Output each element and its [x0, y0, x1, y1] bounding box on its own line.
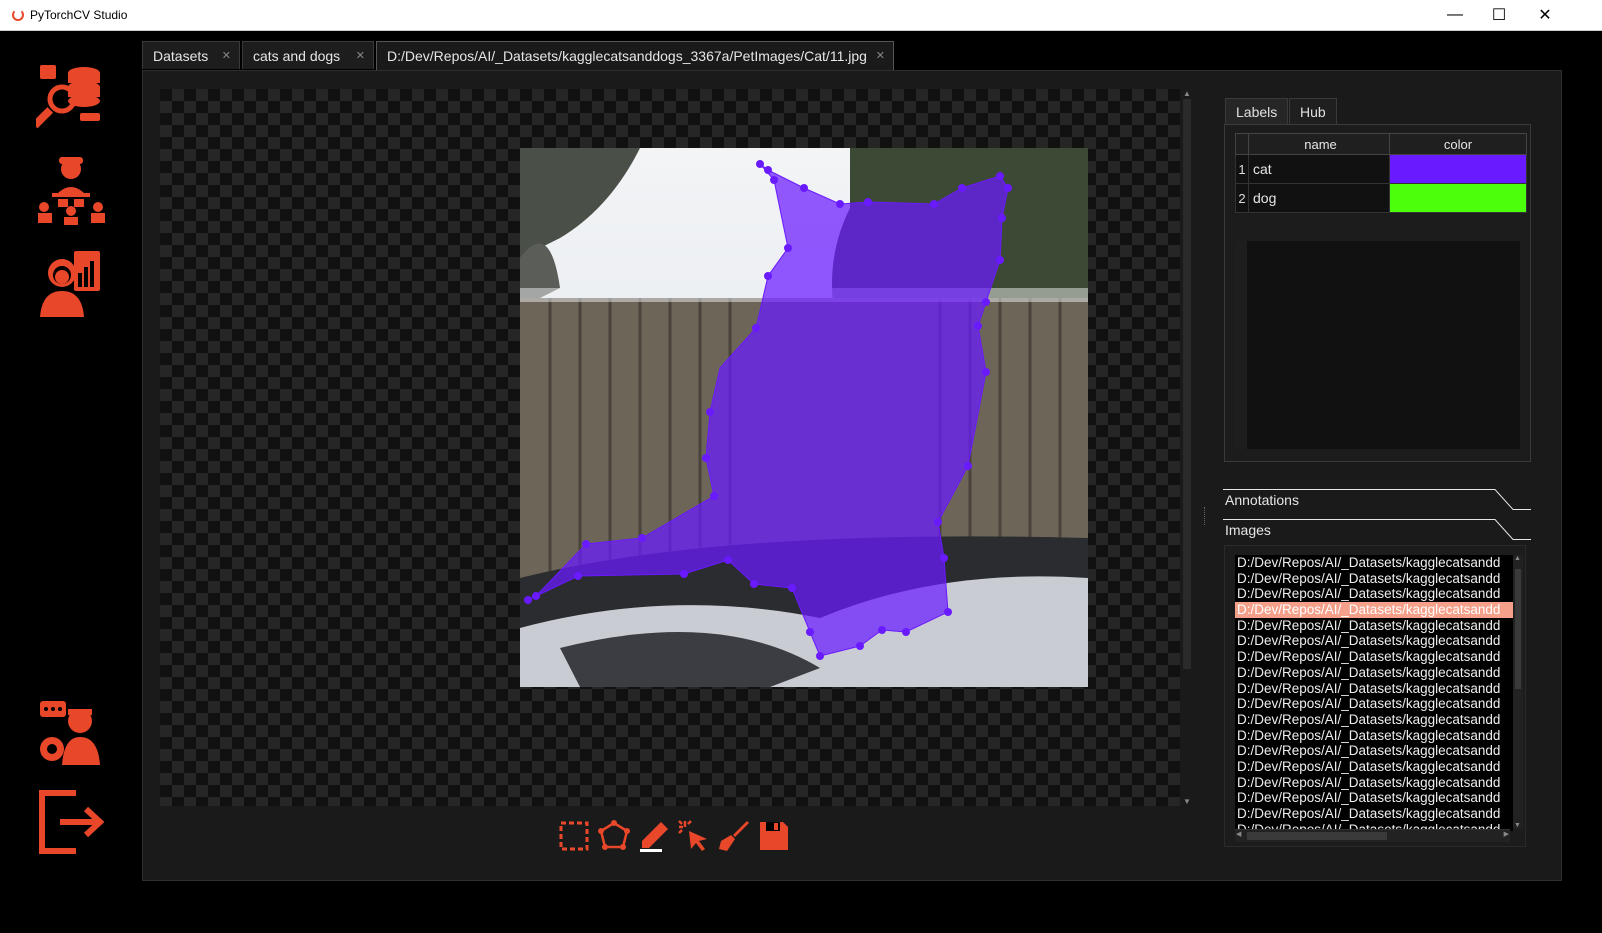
list-item[interactable]: D:/Dev/Repos/AI/_Datasets/kagglecatsandd	[1235, 586, 1513, 602]
tab-hub[interactable]: Hub	[1289, 98, 1337, 125]
label-name-cell[interactable]: dog	[1248, 183, 1390, 213]
section-tab-edge	[1491, 519, 1531, 540]
row-number: 2	[1235, 183, 1249, 213]
close-tab-icon[interactable]: ✕	[356, 42, 365, 70]
corner-header	[1235, 133, 1249, 155]
label-color-swatch[interactable]	[1389, 183, 1527, 213]
tab-label: D:/Dev/Repos/AI/_Datasets/kagglecatsandd…	[387, 48, 867, 64]
labels-table-empty-area	[1235, 241, 1520, 449]
tab-image-file[interactable]: D:/Dev/Repos/AI/_Datasets/kagglecatsandd…	[376, 41, 894, 71]
list-item[interactable]: D:/Dev/Repos/AI/_Datasets/kagglecatsandd	[1235, 759, 1513, 775]
magic-select-icon[interactable]	[677, 819, 711, 853]
list-item[interactable]: D:/Dev/Repos/AI/_Datasets/kagglecatsandd	[1235, 806, 1513, 822]
tab-bar: Datasets ✕ cats and dogs ✕ D:/Dev/Repos/…	[142, 41, 1562, 71]
images-title: Images	[1225, 522, 1271, 538]
list-item[interactable]: D:/Dev/Repos/AI/_Datasets/kagglecatsandd	[1235, 696, 1513, 712]
labels-table: name color 1 cat 2 dog	[1235, 133, 1527, 213]
list-item[interactable]: D:/Dev/Repos/AI/_Datasets/kagglecatsandd	[1235, 571, 1513, 587]
exit-icon[interactable]	[36, 787, 106, 857]
analyst-report-icon[interactable]	[36, 247, 106, 317]
pencil-icon[interactable]	[637, 819, 671, 853]
column-header-name[interactable]: name	[1248, 133, 1390, 155]
section-tab-edge	[1491, 489, 1531, 510]
label-name-cell[interactable]: cat	[1248, 154, 1390, 184]
list-item[interactable]: D:/Dev/Repos/AI/_Datasets/kagglecatsandd	[1235, 602, 1513, 618]
image-canvas[interactable]	[160, 89, 1180, 806]
list-item[interactable]: D:/Dev/Repos/AI/_Datasets/kagglecatsandd	[1235, 728, 1513, 744]
images-list[interactable]: D:/Dev/Repos/AI/_Datasets/kagglecatsandd…	[1235, 555, 1513, 831]
tab-labels[interactable]: Labels	[1225, 98, 1289, 125]
list-item[interactable]: D:/Dev/Repos/AI/_Datasets/kagglecatsandd	[1235, 665, 1513, 681]
list-item[interactable]: D:/Dev/Repos/AI/_Datasets/kagglecatsandd	[1235, 681, 1513, 697]
canvas-scrollbar[interactable]: ▲ ▼	[1181, 89, 1193, 806]
column-header-color[interactable]: color	[1389, 133, 1527, 155]
window-title: PyTorchCV Studio	[30, 8, 128, 22]
tab-label: cats and dogs	[253, 48, 341, 64]
images-vertical-scrollbar[interactable]: ▲ ▼	[1513, 555, 1523, 829]
editor-panel: ▲ ▼ Labels Hub name color 1 cat 2 dog An…	[142, 70, 1562, 881]
list-item[interactable]: D:/Dev/Repos/AI/_Datasets/kagglecatsandd	[1235, 743, 1513, 759]
list-item[interactable]: D:/Dev/Repos/AI/_Datasets/kagglecatsandd	[1235, 555, 1513, 571]
main-area: Datasets ✕ cats and dogs ✕ D:/Dev/Repos/…	[142, 31, 1602, 933]
tab-datasets[interactable]: Datasets ✕	[142, 41, 240, 69]
close-tab-icon[interactable]: ✕	[876, 42, 885, 70]
images-horizontal-scrollbar[interactable]: ◀ ▶	[1235, 829, 1510, 842]
save-icon[interactable]	[757, 819, 791, 853]
close-tab-icon[interactable]: ✕	[222, 42, 231, 70]
row-number: 1	[1235, 154, 1249, 184]
table-row[interactable]: 2 dog	[1235, 183, 1527, 213]
images-panel: D:/Dev/Repos/AI/_Datasets/kagglecatsandd…	[1224, 545, 1526, 847]
sidebar	[0, 31, 142, 933]
annotations-title: Annotations	[1225, 492, 1299, 508]
annotation-toolbar	[557, 819, 807, 855]
rectangle-select-icon[interactable]	[557, 819, 591, 853]
images-section-header[interactable]: Images	[1223, 519, 1531, 540]
list-item[interactable]: D:/Dev/Repos/AI/_Datasets/kagglecatsandd	[1235, 633, 1513, 649]
table-row[interactable]: 1 cat	[1235, 154, 1527, 184]
maximize-button[interactable]: ☐	[1476, 0, 1522, 30]
annotations-section-header[interactable]: Annotations	[1223, 489, 1531, 510]
app-icon	[12, 9, 24, 21]
close-button[interactable]: ✕	[1522, 0, 1568, 30]
list-item[interactable]: D:/Dev/Repos/AI/_Datasets/kagglecatsandd	[1235, 775, 1513, 791]
brush-icon[interactable]	[717, 819, 751, 853]
datasets-search-icon[interactable]	[36, 61, 106, 131]
labels-panel: name color 1 cat 2 dog	[1224, 124, 1531, 462]
list-item[interactable]: D:/Dev/Repos/AI/_Datasets/kagglecatsandd	[1235, 790, 1513, 806]
title-bar: PyTorchCV Studio — ☐ ✕	[0, 0, 1602, 31]
support-settings-icon[interactable]	[36, 697, 106, 767]
team-icon[interactable]	[36, 155, 106, 225]
list-item[interactable]: D:/Dev/Repos/AI/_Datasets/kagglecatsandd	[1235, 712, 1513, 728]
minimize-button[interactable]: —	[1432, 0, 1478, 30]
tab-cats-and-dogs[interactable]: cats and dogs ✕	[242, 41, 374, 69]
label-color-swatch[interactable]	[1389, 154, 1527, 184]
list-item[interactable]: D:/Dev/Repos/AI/_Datasets/kagglecatsandd	[1235, 618, 1513, 634]
polygon-icon[interactable]	[597, 819, 631, 853]
panel-splitter[interactable]	[1204, 507, 1208, 525]
cat-photo	[520, 148, 1088, 687]
tab-label: Datasets	[153, 48, 209, 64]
list-item[interactable]: D:/Dev/Repos/AI/_Datasets/kagglecatsandd	[1235, 649, 1513, 665]
